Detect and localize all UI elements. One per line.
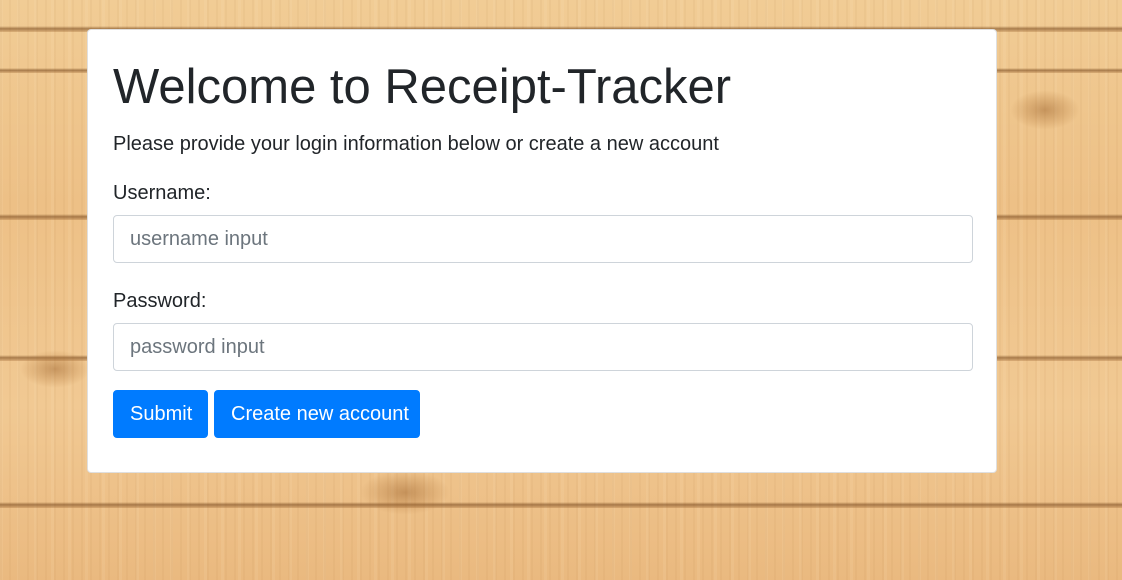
submit-button[interactable]: Submit (113, 390, 208, 438)
wood-knot (1010, 90, 1080, 130)
wood-knot (360, 470, 450, 515)
plank-seam (0, 502, 1122, 508)
password-label: Password: (113, 290, 207, 312)
login-card: Welcome to Receipt-Tracker Please provid… (87, 29, 997, 473)
password-input[interactable] (113, 323, 973, 371)
create-account-button[interactable]: Create new account (214, 390, 420, 438)
page-subtitle: Please provide your login information be… (113, 133, 719, 155)
wood-knot (20, 350, 90, 388)
page-title: Welcome to Receipt-Tracker (113, 60, 732, 114)
username-label: Username: (113, 182, 211, 204)
username-input[interactable] (113, 215, 973, 263)
